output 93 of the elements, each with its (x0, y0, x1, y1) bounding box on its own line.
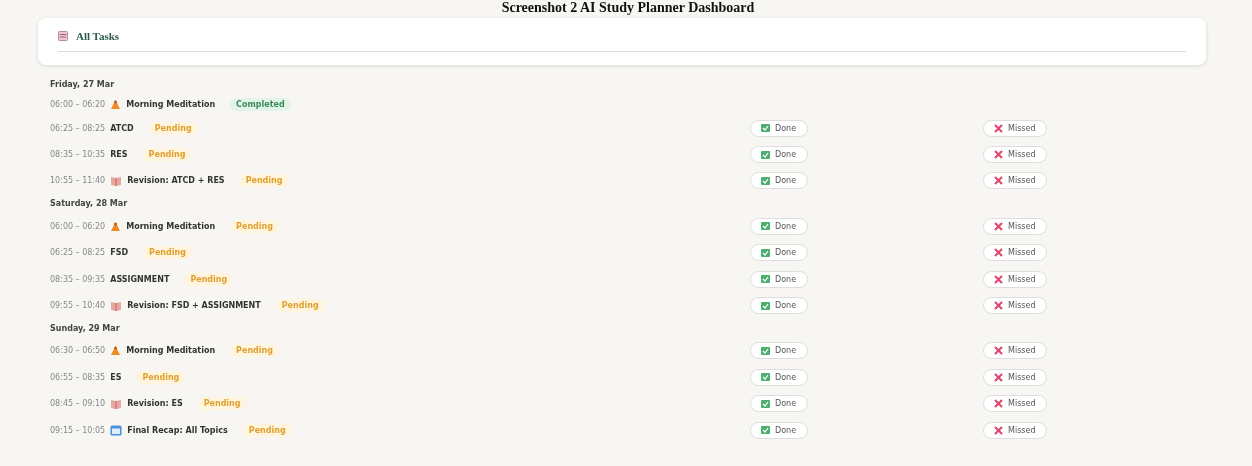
cross-icon (994, 301, 1003, 311)
day-heading: Saturday, 28 Mar (50, 198, 129, 211)
task-time: 08:45 – 09:10 (50, 399, 106, 409)
done-button[interactable]: Done (750, 368, 808, 386)
status-badge: Pending (143, 246, 192, 260)
task-title: Final Recap: All Topics (127, 425, 228, 435)
task-time: 10:55 – 11:40 (50, 176, 106, 186)
task-time: 06:30 – 06:50 (50, 346, 106, 356)
task-title: Revision: ES (127, 399, 183, 409)
done-button[interactable]: Done (750, 421, 808, 439)
cross-icon (994, 274, 1003, 284)
missed-button[interactable]: Missed (983, 342, 1047, 360)
day-heading: Friday, 27 Mar (50, 79, 116, 91)
missed-button[interactable]: Missed (983, 297, 1047, 315)
check-icon (761, 399, 770, 408)
done-button[interactable]: Done (750, 270, 808, 288)
cross-icon (994, 248, 1003, 258)
status-badge: Pending (239, 174, 289, 188)
calendar-icon (110, 424, 123, 436)
missed-button[interactable]: Missed (983, 421, 1047, 439)
meditation-icon (110, 99, 122, 110)
meditation-icon (110, 345, 122, 357)
check-icon (761, 124, 770, 133)
meditation-icon (110, 220, 122, 232)
task-title: RES (110, 150, 128, 160)
task-time: 06:55 – 08:35 (50, 372, 106, 382)
task-time: 08:35 – 09:35 (50, 274, 106, 284)
done-button[interactable]: Done (750, 342, 808, 360)
check-icon (761, 301, 770, 310)
task-time: 06:25 – 08:25 (50, 123, 106, 133)
done-button[interactable]: Done (750, 146, 808, 164)
cross-icon (994, 150, 1003, 160)
cross-icon (994, 372, 1003, 382)
task-time: 06:25 – 08:25 (50, 248, 106, 258)
done-button[interactable]: Done (750, 244, 808, 262)
task-title: FSD (110, 248, 129, 258)
missed-button[interactable]: Missed (983, 395, 1047, 413)
missed-button[interactable]: Missed (983, 217, 1047, 235)
done-button[interactable]: Done (750, 297, 808, 315)
task-time: 06:00 – 06:20 (50, 221, 106, 231)
check-icon (761, 346, 770, 355)
missed-button[interactable]: Missed (983, 368, 1047, 386)
status-badge: Completed (230, 98, 291, 111)
page-caption: Screenshot 2 AI Study Planner Dashboard (500, 0, 756, 16)
check-icon (761, 426, 770, 435)
status-badge: Pending (230, 219, 279, 233)
task-title: ASSIGNMENT (110, 274, 170, 284)
cross-icon (994, 346, 1003, 356)
missed-button[interactable]: Missed (983, 244, 1047, 262)
book-icon (110, 300, 123, 312)
missed-button[interactable]: Missed (983, 270, 1047, 288)
done-button[interactable]: Done (750, 119, 808, 137)
task-title: Morning Meditation (126, 221, 216, 231)
task-time: 09:55 – 10:40 (50, 301, 106, 311)
task-time: 06:00 – 06:20 (50, 100, 106, 109)
book-icon (110, 398, 123, 410)
cross-icon (994, 425, 1003, 435)
cross-icon (994, 123, 1003, 133)
task-title: Morning Meditation (126, 100, 216, 109)
status-badge: Pending (275, 299, 325, 313)
status-badge: Pending (136, 370, 186, 384)
done-button[interactable]: Done (750, 217, 808, 235)
status-badge: Pending (148, 121, 198, 135)
clipboard-icon (58, 31, 68, 41)
task-title: Morning Meditation (126, 346, 216, 356)
done-button[interactable]: Done (750, 395, 808, 413)
status-badge: Pending (242, 423, 292, 437)
task-title: ATCD (110, 123, 134, 133)
book-icon (110, 175, 123, 187)
check-icon (761, 222, 770, 231)
cross-icon (994, 399, 1003, 409)
task-title: ES (110, 372, 122, 382)
missed-button[interactable]: Missed (983, 172, 1047, 190)
check-icon (761, 373, 770, 382)
cross-icon (994, 176, 1003, 186)
task-time: 08:35 – 10:35 (50, 150, 106, 160)
status-badge: Pending (142, 148, 192, 162)
check-icon (761, 248, 770, 257)
status-badge: Pending (230, 344, 279, 358)
check-icon (761, 150, 770, 159)
task-time: 09:15 – 10:05 (50, 425, 106, 435)
card-title: All Tasks (76, 30, 120, 42)
task-title: Revision: ATCD + RES (127, 176, 225, 186)
check-icon (761, 275, 770, 284)
day-heading: Sunday, 29 Mar (50, 322, 121, 335)
status-badge: Pending (184, 272, 234, 286)
done-button[interactable]: Done (750, 172, 808, 190)
task-title: Revision: FSD + ASSIGNMENT (127, 301, 261, 311)
cross-icon (994, 221, 1003, 231)
status-badge: Pending (197, 397, 247, 411)
missed-button[interactable]: Missed (983, 146, 1047, 164)
missed-button[interactable]: Missed (983, 119, 1047, 137)
check-icon (761, 176, 770, 185)
